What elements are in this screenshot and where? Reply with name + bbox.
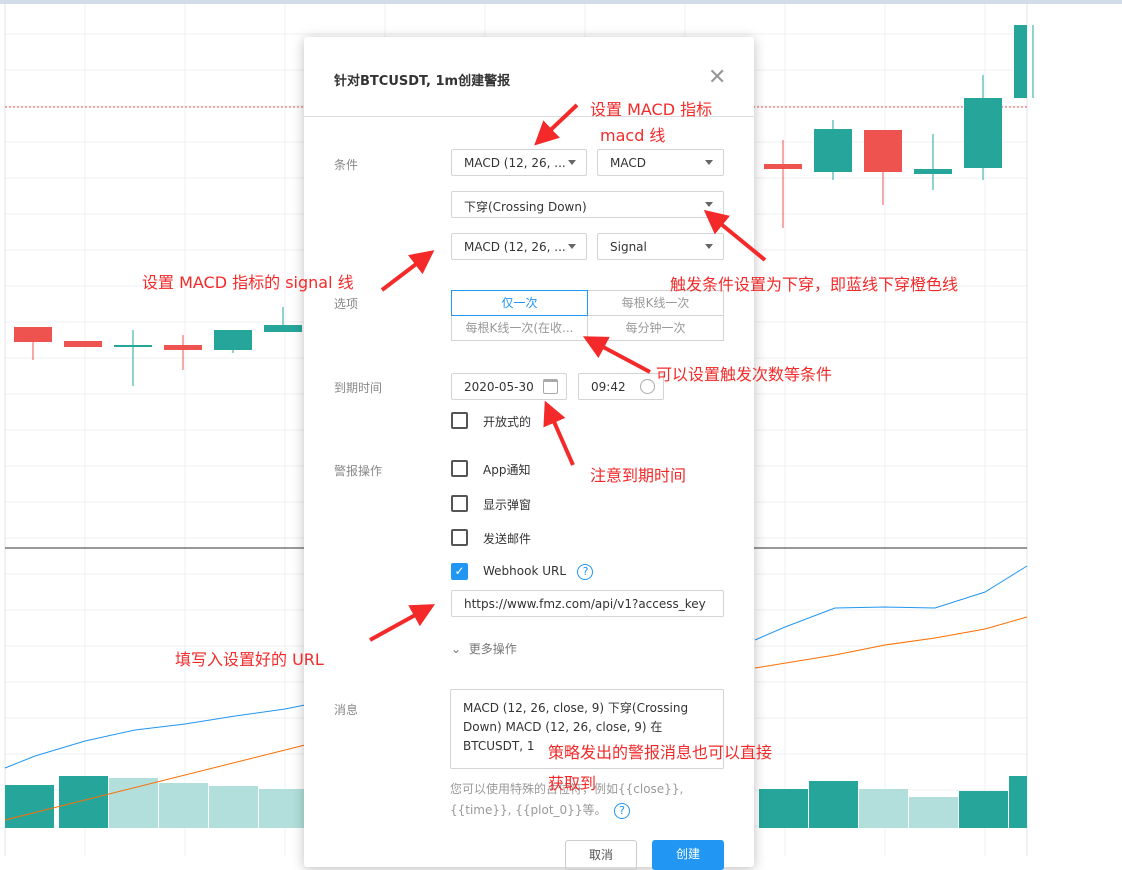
annotation-expiry: 注意到期时间 bbox=[590, 466, 687, 485]
volume-bar bbox=[1009, 776, 1027, 828]
volume-bar bbox=[859, 789, 908, 828]
date-value: 2020-05-30 bbox=[464, 380, 534, 394]
dropdown-arrow-icon bbox=[568, 244, 576, 249]
webhook-url-input[interactable] bbox=[451, 590, 724, 617]
volume-bar bbox=[59, 776, 108, 828]
open-ended-label: 开放式的 bbox=[483, 415, 532, 429]
expiry-date-input[interactable]: 2020-05-30 bbox=[451, 373, 567, 400]
volume-bar bbox=[909, 797, 958, 828]
volume-bar bbox=[5, 785, 54, 828]
candle bbox=[914, 169, 952, 174]
options-label: 选项 bbox=[334, 297, 359, 311]
select-value: MACD (12, 26, ... bbox=[464, 240, 566, 254]
macd-line bbox=[4, 704, 306, 769]
show-popup-label: 显示弹窗 bbox=[483, 498, 532, 512]
option-once-per-bar-close[interactable]: 每根K线一次(在收... bbox=[451, 315, 588, 341]
clock-icon[interactable] bbox=[640, 379, 655, 394]
condition-operator-select[interactable]: 下穿(Crossing Down) bbox=[451, 191, 724, 218]
signal-line bbox=[754, 616, 1028, 669]
calendar-icon[interactable] bbox=[543, 379, 558, 394]
candle bbox=[14, 327, 52, 342]
condition-label: 条件 bbox=[334, 158, 359, 172]
volume-bar bbox=[109, 778, 158, 828]
show-popup-checkbox[interactable] bbox=[451, 495, 468, 512]
annotation-macd-line: 设置 MACD 指标 bbox=[590, 100, 713, 119]
volume-bar bbox=[259, 789, 308, 828]
select-value: MACD (12, 26, ... bbox=[464, 156, 566, 170]
dropdown-arrow-icon bbox=[705, 160, 713, 165]
more-actions-toggle[interactable]: ⌄ 更多操作 bbox=[451, 640, 517, 657]
candle bbox=[1014, 25, 1027, 98]
help-icon[interactable]: ? bbox=[577, 564, 594, 580]
candle bbox=[814, 129, 852, 172]
volume-bar bbox=[759, 789, 808, 828]
app-notify-label: App通知 bbox=[483, 463, 531, 477]
open-ended-checkbox[interactable] bbox=[451, 412, 468, 429]
volume-bar bbox=[209, 786, 258, 828]
select-value: MACD bbox=[610, 156, 646, 170]
option-once-per-minute[interactable]: 每分钟一次 bbox=[587, 315, 724, 341]
candle bbox=[864, 130, 902, 172]
select-value: 下穿(Crossing Down) bbox=[464, 200, 587, 214]
dialog-title: 针对BTCUSDT, 1m创建警报 bbox=[334, 74, 511, 89]
annotation-url: 填写入设置好的 URL bbox=[175, 650, 324, 669]
annotation-macd-line-2: macd 线 bbox=[600, 126, 666, 145]
check-icon: ✓ bbox=[454, 564, 465, 578]
annotation-signal-line: 设置 MACD 指标的 signal 线 bbox=[142, 273, 354, 292]
alert-actions-label: 警报操作 bbox=[334, 464, 383, 478]
volume-bar bbox=[809, 781, 858, 828]
select-value: Signal bbox=[610, 240, 647, 254]
dropdown-arrow-icon bbox=[705, 202, 713, 207]
annotation-frequency: 可以设置触发次数等条件 bbox=[656, 365, 833, 384]
condition-indicator-select-2[interactable]: MACD (12, 26, ... bbox=[451, 233, 587, 260]
cancel-button[interactable]: 取消 bbox=[565, 840, 637, 870]
dropdown-arrow-icon bbox=[705, 244, 713, 249]
expiry-time-input[interactable]: 09:42 bbox=[578, 373, 664, 400]
send-email-checkbox[interactable] bbox=[451, 529, 468, 546]
condition-indicator-select-1[interactable]: MACD (12, 26, ... bbox=[451, 149, 587, 176]
candle bbox=[214, 330, 252, 350]
webhook-label-text: Webhook URL bbox=[483, 564, 567, 578]
time-value: 09:42 bbox=[591, 380, 626, 394]
annotation-message: 策略发出的警报消息也可以直接 bbox=[548, 743, 773, 762]
annotation-message-2: 获取到 bbox=[548, 774, 597, 793]
message-label: 消息 bbox=[334, 703, 359, 717]
volume-bar bbox=[959, 791, 1008, 828]
help-icon[interactable]: ? bbox=[614, 803, 631, 819]
app-notify-checkbox[interactable] bbox=[451, 460, 468, 477]
candle bbox=[164, 345, 202, 350]
candle bbox=[764, 164, 802, 169]
candle bbox=[964, 98, 1002, 168]
chevron-down-icon: ⌄ bbox=[451, 642, 462, 656]
candle bbox=[114, 345, 152, 347]
volume-bar bbox=[159, 783, 208, 828]
more-actions-label: 更多操作 bbox=[468, 642, 517, 656]
expiry-label: 到期时间 bbox=[334, 381, 383, 395]
send-email-label: 发送邮件 bbox=[483, 532, 532, 546]
candle bbox=[64, 341, 102, 347]
create-button[interactable]: 创建 bbox=[652, 840, 724, 870]
close-icon[interactable]: ✕ bbox=[708, 65, 726, 90]
condition-line-select-2[interactable]: Signal bbox=[597, 233, 724, 260]
webhook-label: Webhook URL ? bbox=[483, 564, 594, 580]
webhook-checkbox[interactable]: ✓ bbox=[451, 563, 468, 580]
annotation-trigger: 触发条件设置为下穿，即蓝线下穿橙色线 bbox=[670, 275, 959, 294]
condition-line-select-1[interactable]: MACD bbox=[597, 149, 724, 176]
dropdown-arrow-icon bbox=[568, 160, 576, 165]
option-once[interactable]: 仅一次 bbox=[451, 290, 588, 316]
candle bbox=[264, 325, 302, 332]
